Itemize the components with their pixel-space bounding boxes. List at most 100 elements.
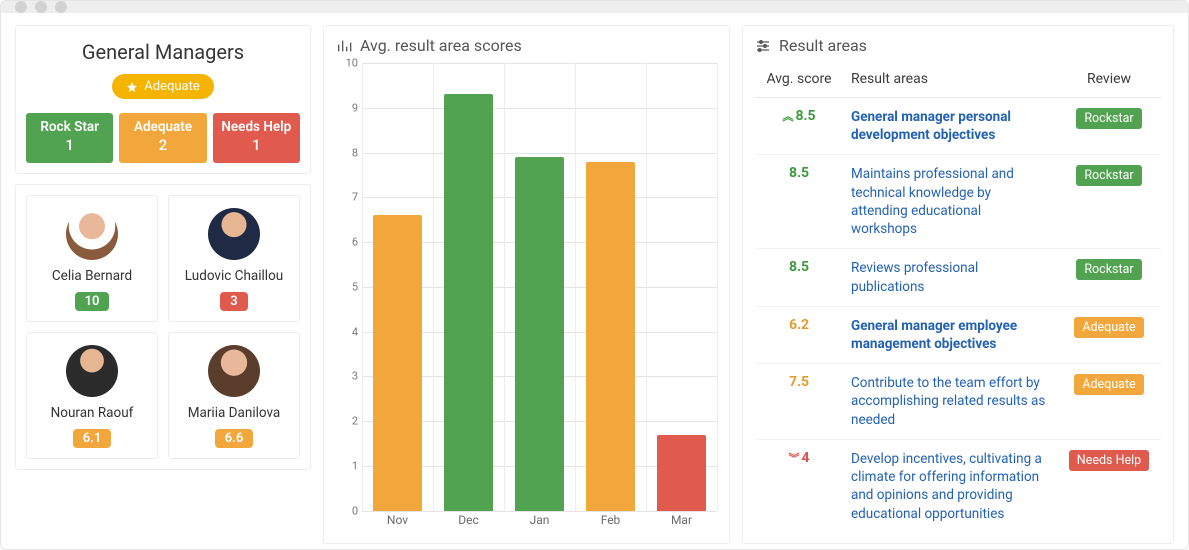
chart-xtick: Dec bbox=[433, 513, 504, 533]
chart-bar[interactable] bbox=[586, 162, 634, 511]
table-row: 8.5Reviews professional publications Rock… bbox=[755, 249, 1161, 306]
status-label: Rock Star bbox=[30, 119, 109, 136]
person-name: Mariia Danilova bbox=[175, 405, 293, 421]
col-review: Review bbox=[1057, 61, 1161, 98]
chart-ytick: 9 bbox=[336, 101, 358, 114]
window-control-minimize[interactable] bbox=[35, 1, 47, 13]
chart-bar[interactable] bbox=[657, 435, 705, 511]
chart-ytick: 3 bbox=[336, 370, 358, 383]
star-icon bbox=[126, 81, 138, 93]
chart-ytick: 7 bbox=[336, 191, 358, 204]
chart-bar[interactable] bbox=[515, 157, 563, 511]
person-card[interactable]: Nouran Raouf 6.1 bbox=[26, 332, 158, 459]
person-score-badge: 6.6 bbox=[215, 429, 254, 448]
chart-bar[interactable] bbox=[444, 94, 492, 510]
row-score: 8.5 bbox=[755, 155, 843, 249]
person-card[interactable]: Celia Bernard 10 bbox=[26, 195, 158, 322]
result-area-link[interactable]: Maintains professional and technical kno… bbox=[851, 166, 1014, 237]
status-box-needs-help[interactable]: Needs Help1 bbox=[213, 113, 300, 163]
chart-title: Avg. result area scores bbox=[360, 36, 522, 55]
chart-panel: Avg. result area scores NovDecJanFebMar … bbox=[323, 25, 730, 544]
review-badge: Adequate bbox=[1074, 374, 1143, 395]
review-badge: Rockstar bbox=[1076, 259, 1141, 280]
result-areas-title-row: Result areas bbox=[755, 36, 1161, 55]
window-titlebar bbox=[1, 1, 1188, 13]
result-area-link[interactable]: Develop incentives, cultivating a climat… bbox=[851, 451, 1042, 522]
group-title: General Managers bbox=[26, 40, 300, 64]
people-grid: Celia Bernard 10 Ludovic Chaillou 3 Nouran R… bbox=[18, 187, 308, 467]
window-control-close[interactable] bbox=[15, 1, 27, 13]
table-row: ︾4Develop incentives, cultivating a clim… bbox=[755, 439, 1161, 532]
chart-title-row: Avg. result area scores bbox=[336, 36, 717, 55]
status-row: Rock Star1Adequate2Needs Help1 bbox=[26, 113, 300, 163]
chart-ytick: 1 bbox=[336, 459, 358, 472]
person-score-badge: 3 bbox=[220, 292, 247, 311]
review-badge: Adequate bbox=[1074, 317, 1143, 338]
status-count: 2 bbox=[123, 136, 202, 155]
review-badge: Rockstar bbox=[1076, 165, 1141, 186]
review-badge: Rockstar bbox=[1076, 108, 1141, 129]
person-score-badge: 10 bbox=[75, 292, 110, 311]
person-score-badge: 6.1 bbox=[73, 429, 112, 448]
row-score: ︽8.5 bbox=[755, 98, 843, 155]
row-score: 7.5 bbox=[755, 364, 843, 440]
chart-ytick: 6 bbox=[336, 236, 358, 249]
col-score: Avg. score bbox=[755, 61, 843, 98]
status-count: 1 bbox=[217, 136, 296, 155]
chevron-up-icon: ︽ bbox=[782, 108, 793, 124]
people-panel: Celia Bernard 10 Ludovic Chaillou 3 Nouran R… bbox=[15, 184, 311, 470]
chart-xtick: Feb bbox=[575, 513, 646, 533]
dashboard-content: General Managers Adequate Rock Star1Adeq… bbox=[1, 13, 1188, 550]
chart-xtick: Mar bbox=[646, 513, 717, 533]
result-areas-table: Avg. score Result areas Review ︽8.5Gener… bbox=[755, 61, 1161, 533]
result-area-link[interactable]: General manager personal development obj… bbox=[851, 109, 1011, 143]
chart-ytick: 10 bbox=[336, 57, 358, 70]
row-score: 6.2 bbox=[755, 306, 843, 363]
col-area: Result areas bbox=[843, 61, 1057, 98]
group-pill-label: Adequate bbox=[144, 79, 199, 94]
status-box-adequate[interactable]: Adequate2 bbox=[119, 113, 206, 163]
avatar bbox=[66, 208, 118, 260]
person-card[interactable]: Mariia Danilova 6.6 bbox=[168, 332, 300, 459]
person-name: Celia Bernard bbox=[33, 268, 151, 284]
person-card[interactable]: Ludovic Chaillou 3 bbox=[168, 195, 300, 322]
person-name: Ludovic Chaillou bbox=[175, 268, 293, 284]
chart-xtick: Nov bbox=[362, 513, 433, 533]
chart-ytick: 4 bbox=[336, 325, 358, 338]
row-score: 8.5 bbox=[755, 249, 843, 306]
chart-ytick: 2 bbox=[336, 415, 358, 428]
table-row: 7.5Contribute to the team effort by acco… bbox=[755, 364, 1161, 440]
table-row: 8.5Maintains professional and technical … bbox=[755, 155, 1161, 249]
chart-bar[interactable] bbox=[373, 215, 421, 510]
chart-xticks: NovDecJanFebMar bbox=[362, 513, 717, 533]
window-control-zoom[interactable] bbox=[55, 1, 67, 13]
result-area-link[interactable]: General manager employee management obje… bbox=[851, 318, 1017, 352]
status-label: Adequate bbox=[123, 119, 202, 136]
status-box-rock-star[interactable]: Rock Star1 bbox=[26, 113, 113, 163]
sliders-icon bbox=[755, 38, 771, 54]
avatar bbox=[208, 208, 260, 260]
left-column: General Managers Adequate Rock Star1Adeq… bbox=[15, 25, 311, 544]
chart-ytick: 8 bbox=[336, 146, 358, 159]
chevron-down-icon: ︾ bbox=[788, 450, 799, 466]
table-row: ︽8.5General manager personal development… bbox=[755, 98, 1161, 155]
review-badge: Needs Help bbox=[1069, 450, 1149, 471]
chart-bars bbox=[362, 63, 717, 511]
dashboard-window: General Managers Adequate Rock Star1Adeq… bbox=[0, 0, 1189, 550]
table-row: 6.2General manager employee management o… bbox=[755, 306, 1161, 363]
chart-ytick: 0 bbox=[336, 504, 358, 517]
result-areas-panel: Result areas Avg. score Result areas Rev… bbox=[742, 25, 1174, 544]
chart-ytick: 5 bbox=[336, 280, 358, 293]
result-areas-title: Result areas bbox=[779, 36, 867, 55]
status-count: 1 bbox=[30, 136, 109, 155]
result-area-link[interactable]: Reviews professional publications bbox=[851, 260, 978, 294]
avatar bbox=[208, 345, 260, 397]
result-area-link[interactable]: Contribute to the team effort by accompl… bbox=[851, 375, 1045, 427]
group-pill[interactable]: Adequate bbox=[112, 74, 213, 99]
group-header-card: General Managers Adequate Rock Star1Adeq… bbox=[15, 25, 311, 174]
bar-chart-icon bbox=[336, 38, 352, 54]
status-label: Needs Help bbox=[217, 119, 296, 136]
chart-area: NovDecJanFebMar 012345678910 bbox=[336, 61, 717, 533]
chart-xtick: Jan bbox=[504, 513, 575, 533]
person-name: Nouran Raouf bbox=[33, 405, 151, 421]
